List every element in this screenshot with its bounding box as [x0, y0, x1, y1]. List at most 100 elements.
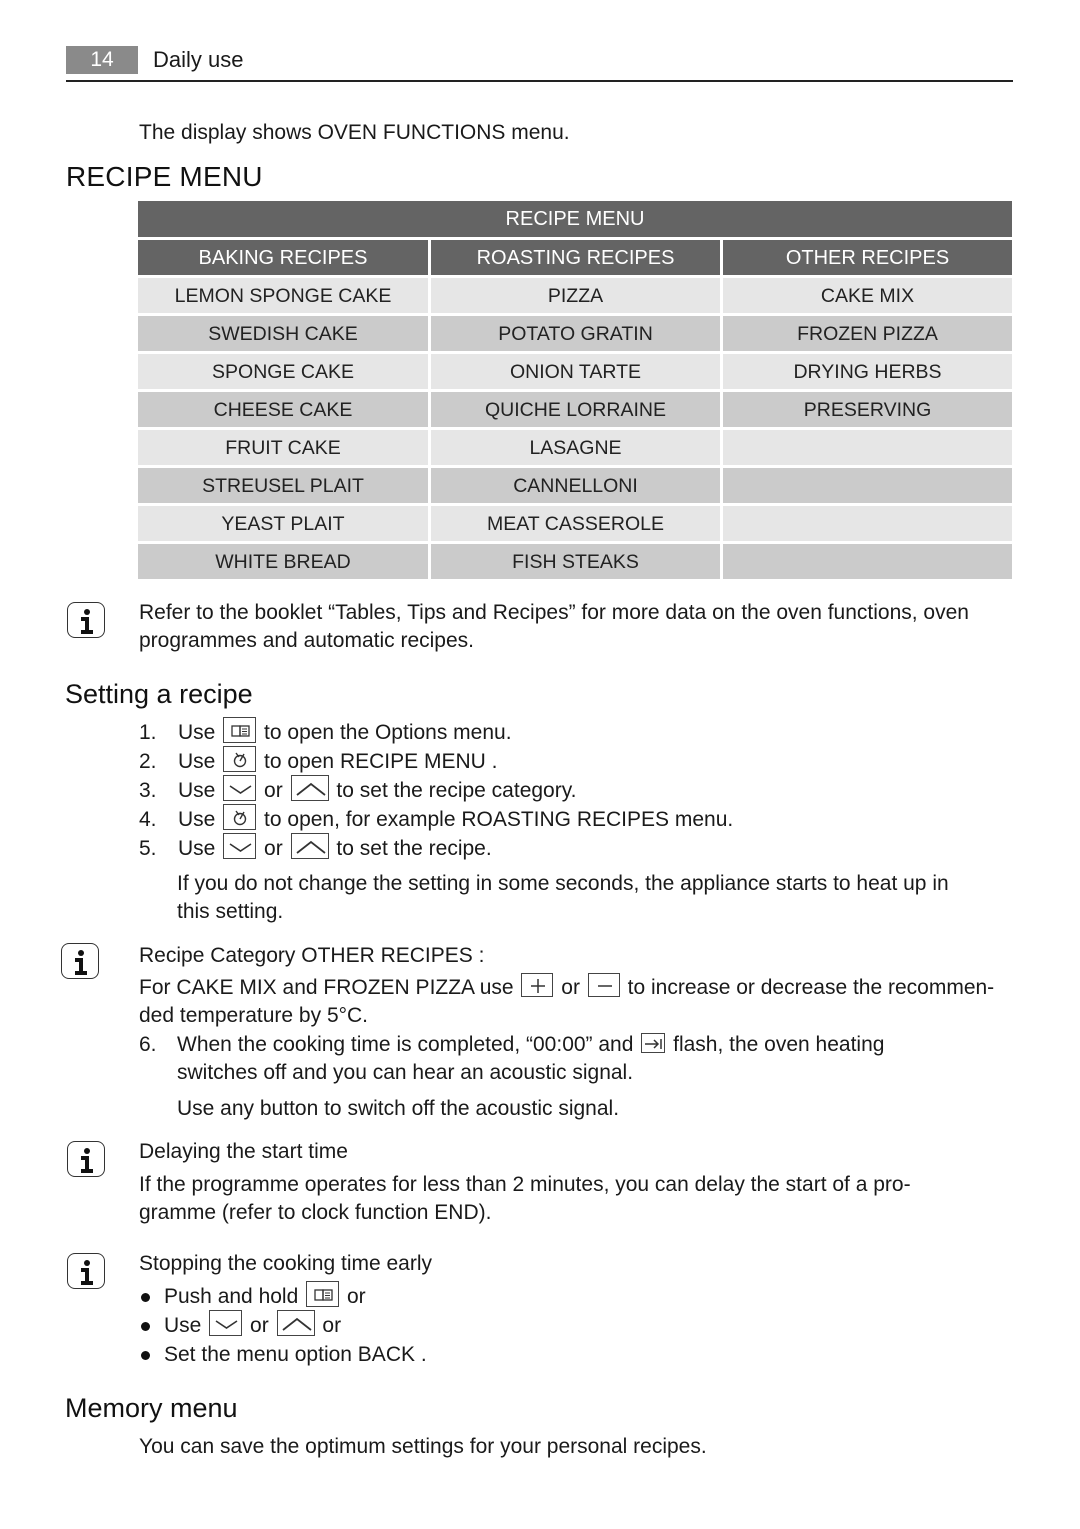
plus-icon	[521, 973, 554, 998]
delay-note-line1: If the programme operates for less than …	[139, 1173, 911, 1196]
column-header-baking: BAKING RECIPES	[138, 240, 428, 275]
other-recipes-note-line1: For CAKE MIX and FROZEN PIZZA use or to …	[139, 973, 995, 1002]
arrow-down-icon	[223, 775, 257, 802]
recipe-clock-icon	[223, 804, 257, 831]
bullet-dot	[141, 1293, 150, 1302]
step-text: When the cooking time is completed, “00:…	[177, 1033, 634, 1056]
step5-note-line1: If you do not change the setting in some…	[177, 872, 949, 895]
recipe-menu-heading: RECIPE MENU	[66, 161, 263, 192]
table-cell: CHEESE CAKE	[138, 392, 428, 427]
arrow-up-icon	[290, 833, 329, 860]
delay-note-title: Delaying the start time	[139, 1140, 348, 1163]
step-number: 2.	[139, 750, 157, 773]
table-body: LEMON SPONGE CAKE PIZZA CAKE MIX SWEDISH CA…	[138, 278, 1012, 579]
table-cell: MEAT CASSEROLE	[431, 506, 720, 541]
step-text: flash, the oven heating	[673, 1033, 885, 1056]
table-cell: WHITE BREAD	[138, 544, 428, 579]
table-cell	[723, 544, 1012, 579]
table-cell: DRYING HERBS	[723, 354, 1012, 389]
step-6-note: Use any button to switch off the acousti…	[177, 1097, 620, 1120]
step-number: 5.	[139, 837, 157, 860]
step-4: 4. Use to open, for example ROASTING REC…	[139, 804, 1019, 835]
table-row: SWEDISH CAKE POTATO GRATIN FROZEN PIZZA	[138, 316, 1012, 351]
arrow-down-icon	[223, 833, 257, 860]
table-cell: PRESERVING	[723, 392, 1012, 427]
table-cell: PIZZA	[431, 278, 720, 313]
bullet-item: Set the menu option BACK .	[139, 1341, 739, 1370]
step-text: to open the Options menu.	[264, 721, 512, 744]
step-5: 5. Use or to set the recipe.	[139, 833, 1019, 864]
step-text: to open, for example ROASTING RECIPES me…	[264, 808, 734, 831]
table-cell: POTATO GRATIN	[431, 316, 720, 351]
info-icon	[67, 602, 105, 638]
table-cell: LEMON SPONGE CAKE	[138, 278, 428, 313]
arrow-up-icon	[276, 1310, 315, 1337]
step-6-line2: switches off and you can hear an acousti…	[177, 1061, 634, 1084]
step-number: 1.	[139, 721, 157, 744]
table-cell: YEAST PLAIT	[138, 506, 428, 541]
arrow-up-icon	[290, 775, 329, 802]
memory-menu-heading: Memory menu	[65, 1393, 238, 1423]
bullet-text: Set the menu option BACK .	[164, 1343, 427, 1366]
step-text: Use	[178, 808, 216, 831]
table-cell: SPONGE CAKE	[138, 354, 428, 389]
header-divider	[66, 80, 1013, 82]
step-number: 3.	[139, 779, 157, 802]
booklet-note-line2: programmes and automatic recipes.	[139, 629, 474, 652]
step-1: 1. Use to open the Options menu.	[139, 717, 1019, 748]
options-book-icon	[223, 717, 257, 744]
arrow-down-icon	[209, 1310, 243, 1337]
bullet-dot	[141, 1351, 150, 1360]
booklet-note-line1: Refer to the booklet “Tables, Tips and R…	[139, 601, 969, 624]
table-title: RECIPE MENU	[138, 201, 1012, 237]
step-6-line1: When the cooking time is completed, “00:…	[177, 1031, 884, 1059]
bullet-text: Use	[164, 1314, 202, 1337]
minus-icon	[587, 973, 620, 998]
setting-recipe-heading: Setting a recipe	[65, 679, 253, 709]
setting-steps: 1. Use to open the Options menu. 2. Use …	[139, 717, 1019, 864]
bullet-item: Push and hold or	[139, 1281, 739, 1312]
bullet-item: Use or or	[139, 1310, 739, 1341]
table-row: WHITE BREAD FISH STEAKS	[138, 544, 1012, 579]
step-text: to open RECIPE MENU .	[264, 750, 498, 773]
step-text: Use	[178, 837, 216, 860]
step-text: or	[264, 779, 283, 802]
table-cell: STREUSEL PLAIT	[138, 468, 428, 503]
table-cell: FROZEN PIZZA	[723, 316, 1012, 351]
info-icon	[61, 943, 99, 979]
table-cell	[723, 506, 1012, 541]
table-cell: CAKE MIX	[723, 278, 1012, 313]
recipe-menu-table: RECIPE MENU BAKING RECIPES ROASTING RECI…	[138, 201, 1012, 579]
bullet-text: or	[250, 1314, 269, 1337]
step-text: Use	[178, 721, 216, 744]
end-arrow-icon	[641, 1033, 666, 1054]
note-text: to increase or decrease the recommen-	[627, 976, 995, 999]
column-header-roasting: ROASTING RECIPES	[431, 240, 720, 275]
table-row: FRUIT CAKE LASAGNE	[138, 430, 1012, 465]
table-row: STREUSEL PLAIT CANNELLONI	[138, 468, 1012, 503]
bullet-text: or	[346, 1285, 366, 1308]
intro-text: The display shows OVEN FUNCTIONS menu.	[139, 121, 570, 144]
note-text: For CAKE MIX and FROZEN PIZZA use	[139, 976, 514, 999]
note-text: or	[561, 976, 580, 999]
step5-note-line2: this setting.	[177, 900, 284, 923]
table-cell	[723, 468, 1012, 503]
step-text: Use	[178, 750, 216, 773]
stop-note-title: Stopping the cooking time early	[139, 1252, 433, 1275]
info-icon	[67, 1253, 105, 1289]
other-recipes-note-line2: ded temperature by 5°C.	[139, 1004, 369, 1027]
table-cell: SWEDISH CAKE	[138, 316, 428, 351]
table-row: CHEESE CAKE QUICHE LORRAINE PRESERVING	[138, 392, 1012, 427]
table-row: YEAST PLAIT MEAT CASSEROLE	[138, 506, 1012, 541]
bullet-text: or	[322, 1314, 342, 1337]
table-cell	[723, 430, 1012, 465]
delay-note-line2: gramme (refer to clock function END).	[139, 1201, 492, 1224]
recipe-clock-icon	[223, 746, 257, 773]
table-cell: ONION TARTE	[431, 354, 720, 389]
column-header-other: OTHER RECIPES	[723, 240, 1012, 275]
table-header-row: BAKING RECIPES ROASTING RECIPES OTHER RE…	[138, 240, 1012, 275]
step-text: or	[264, 837, 283, 860]
step-text: to set the recipe category.	[336, 779, 577, 802]
step-text: Use	[178, 779, 216, 802]
step-2: 2. Use to open RECIPE MENU .	[139, 746, 1019, 777]
